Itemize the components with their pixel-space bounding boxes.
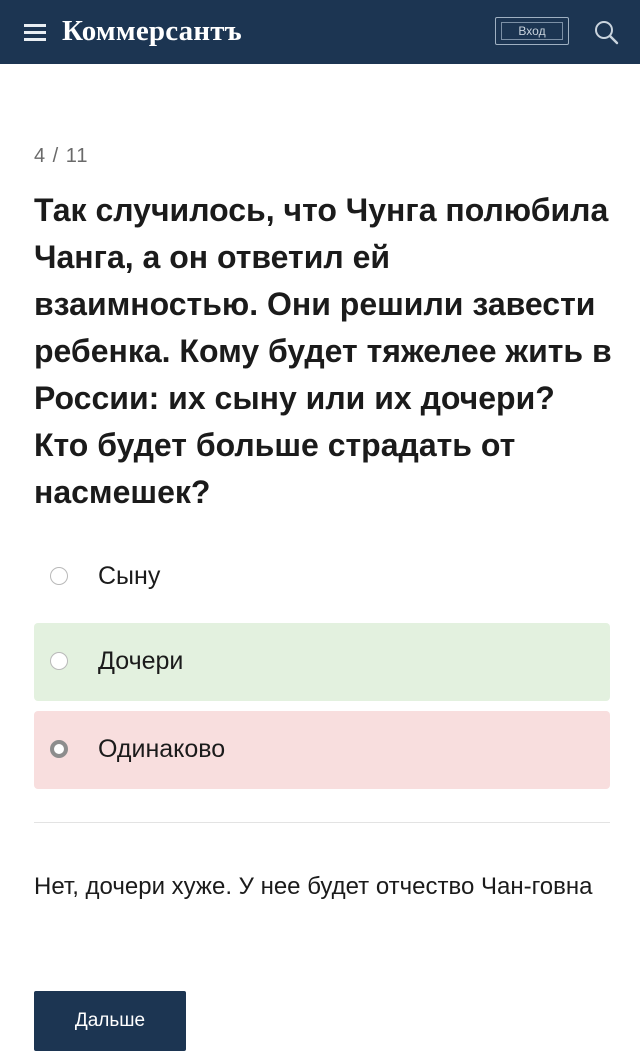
- site-logo[interactable]: Коммерсантъ: [62, 14, 242, 48]
- answer-label: Одинаково: [98, 735, 226, 763]
- answer-explanation: Нет, дочери хуже. У нее будет отчество Ч…: [34, 873, 593, 900]
- radio-checked-icon[interactable]: [50, 740, 68, 758]
- site-header: Коммерсантъ Вход: [0, 0, 640, 64]
- answer-option-daughter[interactable]: Дочери: [34, 623, 610, 701]
- hamburger-menu-icon[interactable]: [24, 24, 46, 42]
- search-icon[interactable]: [592, 18, 620, 46]
- login-button[interactable]: Вход: [495, 17, 569, 45]
- question-text: Так случилось, что Чунга полюбила Чанга,…: [34, 192, 612, 510]
- answer-option-equally[interactable]: Одинаково: [34, 711, 610, 789]
- divider: [34, 822, 610, 823]
- radio-unchecked-icon[interactable]: [50, 567, 68, 585]
- answer-label: Сыну: [98, 562, 161, 590]
- answer-label: Дочери: [98, 647, 184, 675]
- radio-unchecked-icon[interactable]: [50, 652, 68, 670]
- question-counter: 4 / 11: [34, 145, 89, 167]
- next-button[interactable]: Дальше: [34, 991, 186, 1051]
- answer-option-son[interactable]: Сыну: [34, 538, 610, 616]
